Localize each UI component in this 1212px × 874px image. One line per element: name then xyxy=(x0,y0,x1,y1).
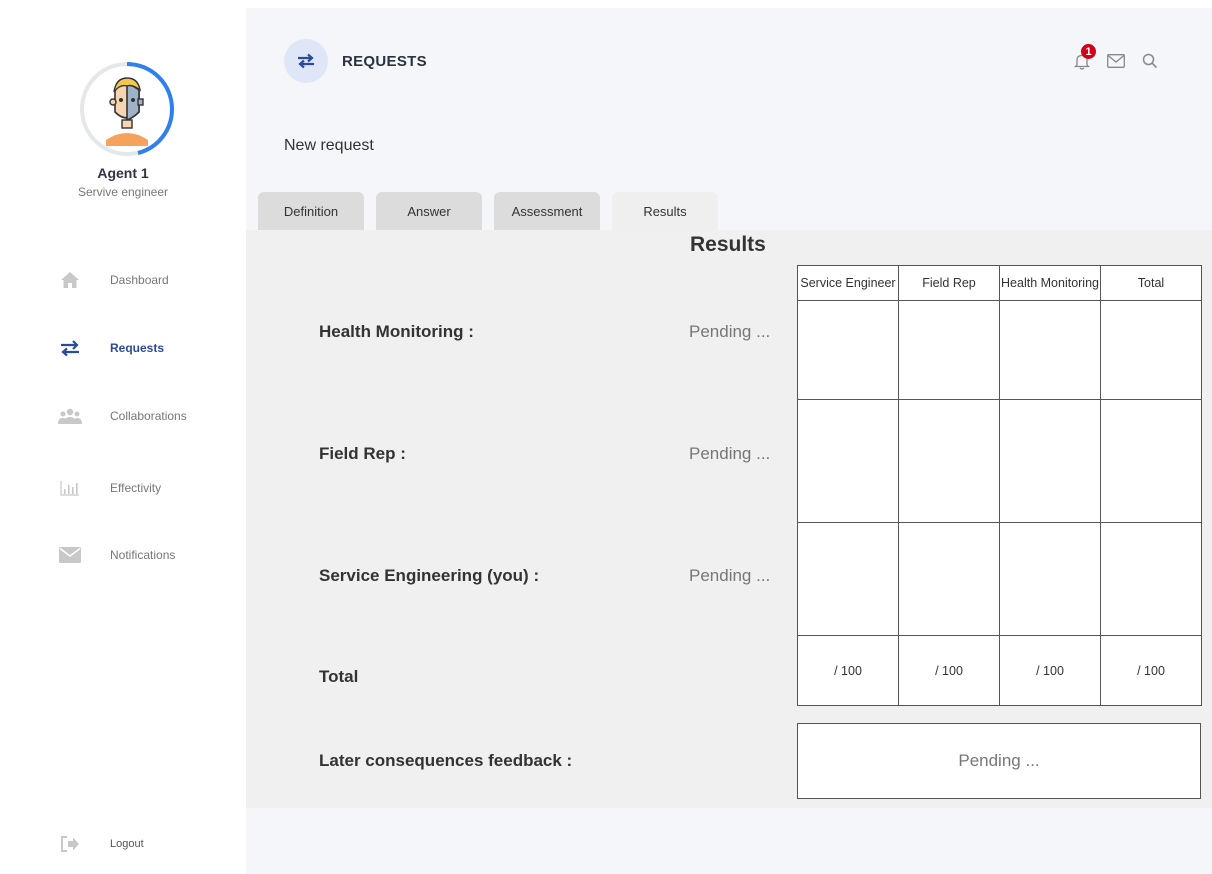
tab-answer[interactable]: Answer xyxy=(376,192,482,230)
avatar[interactable] xyxy=(78,60,176,158)
column-header: Total xyxy=(1100,265,1202,301)
score-cell[interactable] xyxy=(797,399,899,523)
row-label-service-engineering: Service Engineering (you) : xyxy=(319,566,540,585)
row-label-feedback: Later consequences feedback : xyxy=(319,751,573,770)
request-subtitle: New request xyxy=(284,137,374,154)
score-cell[interactable] xyxy=(1100,300,1202,400)
column-header: Field Rep xyxy=(898,265,1000,301)
row-label-health-monitoring: Health Monitoring : xyxy=(319,322,474,341)
row-label-total: Total xyxy=(319,667,359,686)
table-total-row: / 100 / 100 / 100 / 100 xyxy=(797,635,1202,706)
sidebar-item-notifications[interactable]: Notifications xyxy=(58,543,175,567)
transfer-arrows-icon xyxy=(58,336,82,360)
group-icon xyxy=(58,404,82,428)
requests-badge xyxy=(284,39,328,83)
app-window: Agent 1 Servive engineer Dashboard Reque… xyxy=(0,0,1212,874)
score-cell[interactable] xyxy=(898,300,1000,400)
sidebar-item-dashboard[interactable]: Dashboard xyxy=(58,268,169,292)
column-header: Service Engineer xyxy=(797,265,899,301)
bar-chart-icon xyxy=(58,476,82,500)
sidebar: Agent 1 Servive engineer Dashboard Reque… xyxy=(0,0,246,874)
sidebar-item-label: Notifications xyxy=(110,548,176,562)
search-icon[interactable] xyxy=(1140,51,1160,71)
agent-role: Servive engineer xyxy=(77,185,169,199)
tab-definition[interactable]: Definition xyxy=(258,192,364,230)
score-cell[interactable] xyxy=(999,399,1101,523)
sidebar-item-effectivity[interactable]: Effectivity xyxy=(58,476,161,500)
envelope-icon xyxy=(58,543,82,567)
table-row xyxy=(797,399,1202,523)
transfer-arrows-icon xyxy=(298,53,314,69)
score-cell[interactable] xyxy=(1100,522,1202,636)
score-cell[interactable] xyxy=(1100,399,1202,523)
mail-icon[interactable] xyxy=(1106,51,1126,71)
logout-button[interactable]: Logout xyxy=(58,832,144,856)
row-label-field-rep: Field Rep : xyxy=(319,444,406,463)
main-content: REQUESTS 1 New request Definition Answer… xyxy=(246,8,1212,874)
results-heading: Results xyxy=(690,233,766,256)
header-actions: 1 xyxy=(1072,44,1160,71)
total-cell: / 100 xyxy=(999,635,1101,706)
score-cell[interactable] xyxy=(797,522,899,636)
table-row xyxy=(797,300,1202,400)
table-header-row: Service Engineer Field Rep Health Monito… xyxy=(797,265,1202,301)
total-cell: / 100 xyxy=(898,635,1000,706)
score-cell[interactable] xyxy=(999,522,1101,636)
logout-label: Logout xyxy=(110,838,144,850)
total-cell: / 100 xyxy=(1100,635,1202,706)
feedback-box: Pending ... xyxy=(797,723,1201,799)
sidebar-item-label: Dashboard xyxy=(110,273,169,287)
sidebar-item-label: Requests xyxy=(110,341,165,355)
score-cell[interactable] xyxy=(797,300,899,400)
status-field-rep: Pending ... xyxy=(689,444,771,463)
score-cell[interactable] xyxy=(999,300,1101,400)
bell-icon[interactable]: 1 xyxy=(1072,44,1096,71)
sidebar-item-label: Collaborations xyxy=(110,409,187,423)
total-cell: / 100 xyxy=(797,635,899,706)
notification-count-badge: 1 xyxy=(1081,44,1096,59)
score-cell[interactable] xyxy=(898,522,1000,636)
score-table: Service Engineer Field Rep Health Monito… xyxy=(797,265,1202,706)
agent-name: Agent 1 xyxy=(97,165,149,181)
sidebar-item-label: Effectivity xyxy=(110,481,162,495)
home-icon xyxy=(58,268,82,292)
page-title: REQUESTS xyxy=(342,53,427,70)
sidebar-item-collaborations[interactable]: Collaborations xyxy=(58,404,187,428)
status-service-engineering: Pending ... xyxy=(689,566,771,585)
tab-assessment[interactable]: Assessment xyxy=(494,192,600,230)
score-cell[interactable] xyxy=(898,399,1000,523)
sidebar-item-requests[interactable]: Requests xyxy=(58,336,164,360)
results-panel: Results Health Monitoring : Pending ... … xyxy=(246,230,1212,808)
table-row xyxy=(797,522,1202,636)
column-header: Health Monitoring xyxy=(999,265,1101,301)
logout-icon xyxy=(58,832,82,856)
tab-results[interactable]: Results xyxy=(612,192,718,230)
status-health-monitoring: Pending ... xyxy=(689,322,771,341)
